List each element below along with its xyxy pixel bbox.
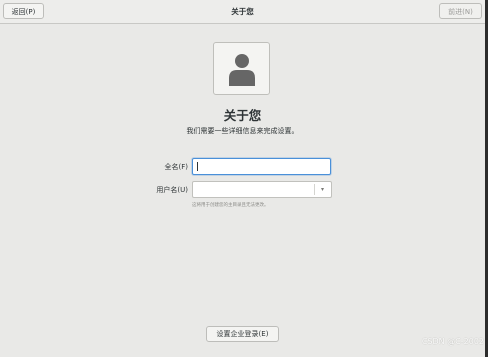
watermark: CSDN @C-2002 [421,337,484,346]
header-title: 关于您 [231,7,254,16]
fullname-field[interactable] [192,158,331,175]
page-title: 关于您 [223,108,262,123]
user-avatar-icon [229,54,255,86]
avatar-button[interactable] [213,42,270,95]
enterprise-login-button[interactable]: 设置企业登录(E) [206,326,279,342]
combo-separator [314,184,315,195]
fullname-label: 全名(F) [164,163,189,171]
username-label: 用户名(U) [156,186,188,194]
next-button[interactable]: 前进(N) [439,3,482,19]
page-subtitle: 我们需要一些详细信息来完成设置。 [186,127,299,135]
header-bar: 返回(P) 关于您 前进(N) [0,0,485,24]
chevron-down-icon[interactable]: ▾ [318,185,327,194]
username-hint: 这将用于创建您的主目录且无法更改。 [192,203,269,208]
username-combo[interactable]: ▾ [192,181,332,198]
text-caret [197,162,198,171]
